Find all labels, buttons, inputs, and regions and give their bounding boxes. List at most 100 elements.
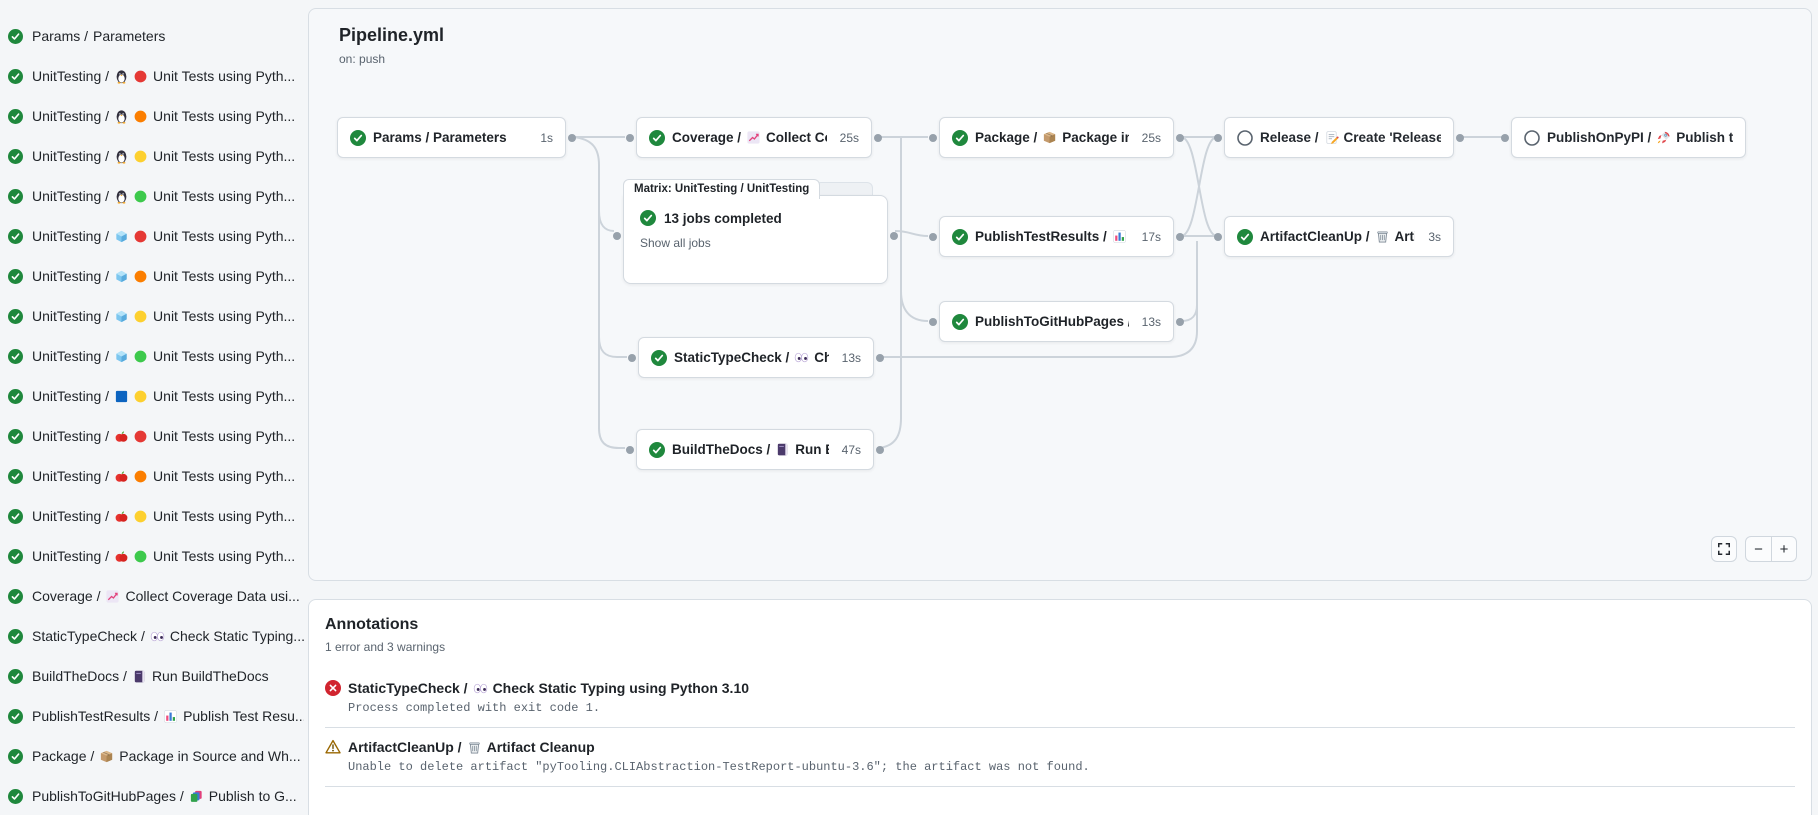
success-status-icon (649, 130, 665, 146)
ice-cube-icon (114, 309, 129, 324)
job-step-label: Unit Tests using Pyth... (153, 148, 295, 164)
sidebar-job-item[interactable]: BuildTheDocs / Run BuildTheDocs (8, 656, 308, 696)
edge-connector-dot (1176, 318, 1184, 326)
zoom-in-button[interactable]: + (1771, 537, 1796, 561)
success-status-icon (8, 669, 23, 684)
job-name: UnitTesting / (32, 468, 109, 484)
graph-node-publishtestresults[interactable]: PublishTestResults / Pu... 17s (939, 216, 1174, 257)
circle-orange-icon (133, 469, 148, 484)
success-status-icon (8, 149, 23, 164)
edge-connector-dot (626, 446, 634, 454)
edge-connector-dot (1456, 134, 1464, 142)
sidebar-job-item[interactable]: UnitTesting / Unit Tests using Pyth... (8, 376, 308, 416)
success-status-icon (640, 210, 656, 226)
node-job-name: StaticTypeCheck / (674, 350, 789, 365)
sidebar-job-item[interactable]: Coverage / Collect Coverage Data usi... (8, 576, 308, 616)
graph-node-coverage[interactable]: Coverage / Collect Cove... 25s (636, 117, 872, 158)
circle-red-icon (133, 229, 148, 244)
graph-node-artifactcleanup[interactable]: ArtifactCleanUp / Artifac... 3s (1224, 216, 1454, 257)
graph-node-statictypecheck[interactable]: StaticTypeCheck / Chec... 13s (638, 337, 874, 378)
sidebar-job-item[interactable]: UnitTesting / Unit Tests using Pyth... (8, 496, 308, 536)
node-duration: 17s (1136, 230, 1161, 244)
sidebar-job-item[interactable]: PublishTestResults / Publish Test Resu..… (8, 696, 308, 736)
show-all-jobs-link[interactable]: Show all jobs (640, 236, 711, 250)
sidebar-job-item[interactable]: UnitTesting / Unit Tests using Pyth... (8, 536, 308, 576)
chart-increasing-icon (746, 130, 761, 145)
warning-status-icon (325, 739, 341, 755)
penguin-icon (114, 69, 129, 84)
sidebar-job-item[interactable]: UnitTesting / Unit Tests using Pyth... (8, 136, 308, 176)
annotation-job-name: ArtifactCleanUp / (348, 739, 462, 755)
rocket-icon (1656, 130, 1671, 145)
skipped-status-icon (1524, 130, 1540, 146)
sidebar-job-item[interactable]: PublishToGitHubPages / Publish to G... (8, 776, 308, 815)
graph-node-buildthedocs[interactable]: BuildTheDocs / Run Buil... 47s (636, 429, 874, 470)
graph-node-release[interactable]: Release / Create 'Release P... (1224, 117, 1454, 158)
edge-connector-dot (626, 134, 634, 142)
job-name: UnitTesting / (32, 548, 109, 564)
notebook-icon (775, 442, 790, 457)
penguin-icon (114, 109, 129, 124)
workflow-graph-panel: Pipeline.yml on: push Matrix: UnitTestin… (308, 8, 1812, 581)
job-name: UnitTesting / (32, 428, 109, 444)
job-step-label: Unit Tests using Pyth... (153, 548, 295, 564)
success-status-icon (8, 429, 23, 444)
graph-node-package[interactable]: Package / Package in So... 25s (939, 117, 1174, 158)
ice-cube-icon (114, 269, 129, 284)
success-status-icon (952, 229, 968, 245)
apple-icon (114, 469, 129, 484)
job-name: Package / (32, 748, 94, 764)
sidebar-job-item[interactable]: UnitTesting / Unit Tests using Pyth... (8, 176, 308, 216)
fullscreen-button[interactable] (1711, 536, 1737, 562)
job-step-label: Publish Test Resu... (183, 708, 304, 724)
annotation-row-clipped (325, 786, 1795, 810)
job-step-label: Run BuildTheDocs (152, 668, 269, 684)
success-status-icon (8, 549, 23, 564)
success-status-icon (651, 350, 667, 366)
sidebar-job-item[interactable]: UnitTesting / Unit Tests using Pyth... (8, 216, 308, 256)
sidebar-job-item[interactable]: UnitTesting / Unit Tests using Pyth... (8, 56, 308, 96)
node-step-label: Collect Cove... (766, 130, 827, 145)
sidebar-job-item[interactable]: UnitTesting / Unit Tests using Pyth... (8, 336, 308, 376)
sidebar-job-item[interactable]: UnitTesting / Unit Tests using Pyth... (8, 416, 308, 456)
matrix-group-node[interactable]: 13 jobs completed Show all jobs (623, 195, 888, 284)
graph-node-publishtogithubpages[interactable]: PublishToGitHubPages / ... 13s (939, 301, 1174, 342)
graph-node-params[interactable]: Params / Parameters 1s (337, 117, 566, 158)
eyes-icon (473, 681, 488, 696)
sidebar-job-item[interactable]: UnitTesting / Unit Tests using Pyth... (8, 256, 308, 296)
job-name: UnitTesting / (32, 228, 109, 244)
sidebar-job-item[interactable]: Params / Parameters (8, 16, 308, 56)
wastebasket-icon (467, 740, 482, 755)
penguin-icon (114, 189, 129, 204)
memo-icon (1324, 130, 1339, 145)
node-duration: 1s (534, 131, 553, 145)
circle-green-icon (133, 349, 148, 364)
success-status-icon (8, 69, 23, 84)
edge-connector-dot (1214, 134, 1222, 142)
sidebar-job-item[interactable]: UnitTesting / Unit Tests using Pyth... (8, 456, 308, 496)
bar-chart-icon (1112, 229, 1127, 244)
graph-node-publishonpypi[interactable]: PublishOnPyPI / Publish to ... (1511, 117, 1746, 158)
node-step-label: Publish to ... (1676, 130, 1733, 145)
notebook-icon (132, 669, 147, 684)
edge-connector-dot (1176, 233, 1184, 241)
success-status-icon (8, 389, 23, 404)
zoom-out-button[interactable]: − (1746, 537, 1771, 561)
node-step-label: Run Buil... (795, 442, 828, 457)
node-duration: 13s (1136, 315, 1161, 329)
edge-connector-dot (874, 134, 882, 142)
package-icon (1042, 130, 1057, 145)
success-status-icon (8, 709, 23, 724)
circle-yellow-icon (133, 149, 148, 164)
job-step-label: Collect Coverage Data usi... (125, 588, 299, 604)
sidebar-job-item[interactable]: UnitTesting / Unit Tests using Pyth... (8, 296, 308, 336)
sidebar-job-item[interactable]: UnitTesting / Unit Tests using Pyth... (8, 96, 308, 136)
sidebar-job-item[interactable]: StaticTypeCheck / Check Static Typing... (8, 616, 308, 656)
circle-green-icon (133, 549, 148, 564)
circle-yellow-icon (133, 509, 148, 524)
circle-yellow-icon (133, 309, 148, 324)
sidebar-job-item[interactable]: Package / Package in Source and Wh... (8, 736, 308, 776)
job-step-label: Unit Tests using Pyth... (153, 388, 295, 404)
annotation-row: StaticTypeCheck / Check Static Typing us… (325, 669, 1795, 727)
edge-connector-dot (929, 134, 937, 142)
